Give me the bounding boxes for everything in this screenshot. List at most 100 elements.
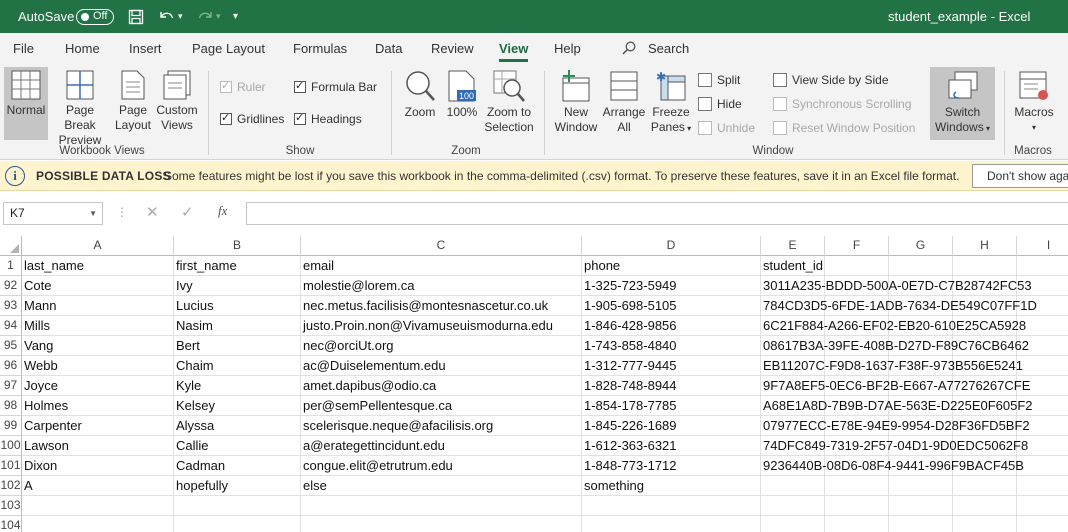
cell[interactable] [761,496,825,516]
headings-checkbox[interactable]: Headings [294,110,362,128]
cell[interactable]: first_name [174,256,301,276]
search-label[interactable]: Search [648,33,689,65]
synchronous-scrolling-button[interactable]: Synchronous Scrolling [773,95,911,113]
switch-windows-button[interactable]: Switch Windows ▾ [930,67,995,140]
row-header[interactable]: 92 [0,276,22,296]
cell[interactable]: 3011A235-BDDD-500A-0E7D-C7B28742FC53 [761,276,1032,296]
cell[interactable]: Alyssa [174,416,301,436]
cell[interactable]: 07977ECC-E78E-94E9-9954-D28F36FD5BF2 [761,416,1030,436]
cell[interactable]: 1-845-226-1689 [582,416,761,436]
cell[interactable]: 1-325-723-5949 [582,276,761,296]
insert-function-icon[interactable]: fx [218,203,227,219]
page-layout-view-button[interactable]: Page Layout [112,70,154,133]
cell[interactable]: 1-743-858-4840 [582,336,761,356]
redo-dropdown-icon[interactable]: ▾ [216,0,221,33]
normal-view-button[interactable]: Normal [4,67,48,140]
arrange-all-button[interactable]: Arrange All [601,70,647,135]
cell[interactable]: molestie@lorem.ca [301,276,582,296]
cell[interactable] [174,496,301,516]
customize-qat-icon[interactable]: ▾ [233,0,238,33]
row-header[interactable]: 95 [0,336,22,356]
cell[interactable]: 1-312-777-9445 [582,356,761,376]
tab-page-layout[interactable]: Page Layout [192,33,265,65]
cell[interactable]: last_name [22,256,174,276]
row-header[interactable]: 100 [0,436,22,456]
cell[interactable]: Webb [22,356,174,376]
cell[interactable] [889,516,953,532]
cell[interactable]: Mann [22,296,174,316]
cell[interactable]: nec.metus.facilisis@montesnascetur.co.uk [301,296,582,316]
cell[interactable]: 1-854-178-7785 [582,396,761,416]
tab-view[interactable]: View [499,33,529,65]
select-all-button[interactable] [0,236,22,256]
cell[interactable]: 08617B3A-39FE-408B-D27D-F89C76CB6462 [761,336,1029,356]
cell[interactable] [889,496,953,516]
tab-home[interactable]: Home [65,33,100,65]
cell[interactable]: 784CD3D5-6FDE-1ADB-7634-DE549C07FF1D [761,296,1037,316]
row-header[interactable]: 103 [0,496,22,516]
cell[interactable]: nec@orciUt.org [301,336,582,356]
cell[interactable]: 9236440B-08D6-08F4-9441-996F9BACF45B [761,456,1024,476]
cell[interactable]: 74DFC849-7319-2F57-04D1-9D0EDC5062F8 [761,436,1028,456]
cell[interactable]: 1-612-363-6321 [582,436,761,456]
column-header-g[interactable]: G [889,236,953,256]
cell[interactable]: Ivy [174,276,301,296]
tab-file[interactable]: File [13,33,34,65]
cell[interactable] [1017,456,1068,476]
cell[interactable]: Cadman [174,456,301,476]
cell[interactable]: Callie [174,436,301,456]
spreadsheet-grid[interactable]: A B C D E F G H I 1 last_name first_name email phone s… [0,236,1068,532]
cell[interactable]: 1-828-748-8944 [582,376,761,396]
cell[interactable]: Nasim [174,316,301,336]
unhide-button[interactable]: Unhide [698,119,755,137]
cell[interactable] [22,516,174,532]
cell[interactable]: Kelsey [174,396,301,416]
cell[interactable] [1017,496,1068,516]
ruler-checkbox[interactable]: Ruler [220,78,266,96]
search-icon[interactable] [622,41,636,55]
cell[interactable] [825,516,889,532]
cell[interactable]: Cote [22,276,174,296]
undo-icon[interactable] [158,0,176,33]
custom-views-button[interactable]: Custom Views [155,70,199,133]
column-header-a[interactable]: A [22,236,174,256]
cell[interactable]: something [582,476,761,496]
cell[interactable]: 9F7A8EF5-0EC6-BF2B-E667-A77276267CFE [761,376,1030,396]
row-header[interactable]: 1 [0,256,22,276]
name-box-dropdown-icon[interactable]: ▼ [89,203,97,224]
macros-button[interactable]: Macros ▾ [1011,70,1057,135]
cell[interactable] [22,496,174,516]
column-header-f[interactable]: F [825,236,889,256]
view-side-by-side-button[interactable]: View Side by Side [773,71,889,89]
cell[interactable]: justo.Proin.non@Vivamuseuismodurna.edu [301,316,582,336]
row-header[interactable]: 99 [0,416,22,436]
column-header-h[interactable]: H [953,236,1017,256]
cell[interactable]: A [22,476,174,496]
freeze-panes-button[interactable]: ✱ Freeze Panes ▾ [648,70,694,136]
cell[interactable]: Mills [22,316,174,336]
tab-data[interactable]: Data [375,33,402,65]
cell[interactable]: Holmes [22,396,174,416]
tab-formulas[interactable]: Formulas [293,33,347,65]
gridlines-checkbox[interactable]: Gridlines [220,110,284,128]
cell[interactable]: 6C21F884-A266-EF02-EB20-610E25CA5928 [761,316,1026,336]
cell[interactable]: Bert [174,336,301,356]
hide-button[interactable]: Hide [698,95,742,113]
cell[interactable]: per@semPellentesque.ca [301,396,582,416]
dont-show-again-button[interactable]: Don't show again [972,164,1068,188]
cell[interactable] [1017,476,1068,496]
row-header[interactable]: 97 [0,376,22,396]
reset-window-position-button[interactable]: Reset Window Position [773,119,915,137]
cell[interactable] [301,496,582,516]
redo-icon[interactable] [196,0,214,33]
cell[interactable]: A68E1A8D-7B9B-D7AE-563E-D225E0F605F2 [761,396,1033,416]
cell[interactable] [825,476,889,496]
tab-help[interactable]: Help [554,33,581,65]
cell[interactable]: Chaim [174,356,301,376]
name-box[interactable]: K7 ▼ [3,202,103,225]
cell[interactable]: EB11207C-F9D8-1637-F38F-973B556E5241 [761,356,1023,376]
zoom-100-button[interactable]: 100 100% [443,70,481,120]
cell[interactable]: Joyce [22,376,174,396]
row-header[interactable]: 102 [0,476,22,496]
cell[interactable]: ac@Duiselementum.edu [301,356,582,376]
